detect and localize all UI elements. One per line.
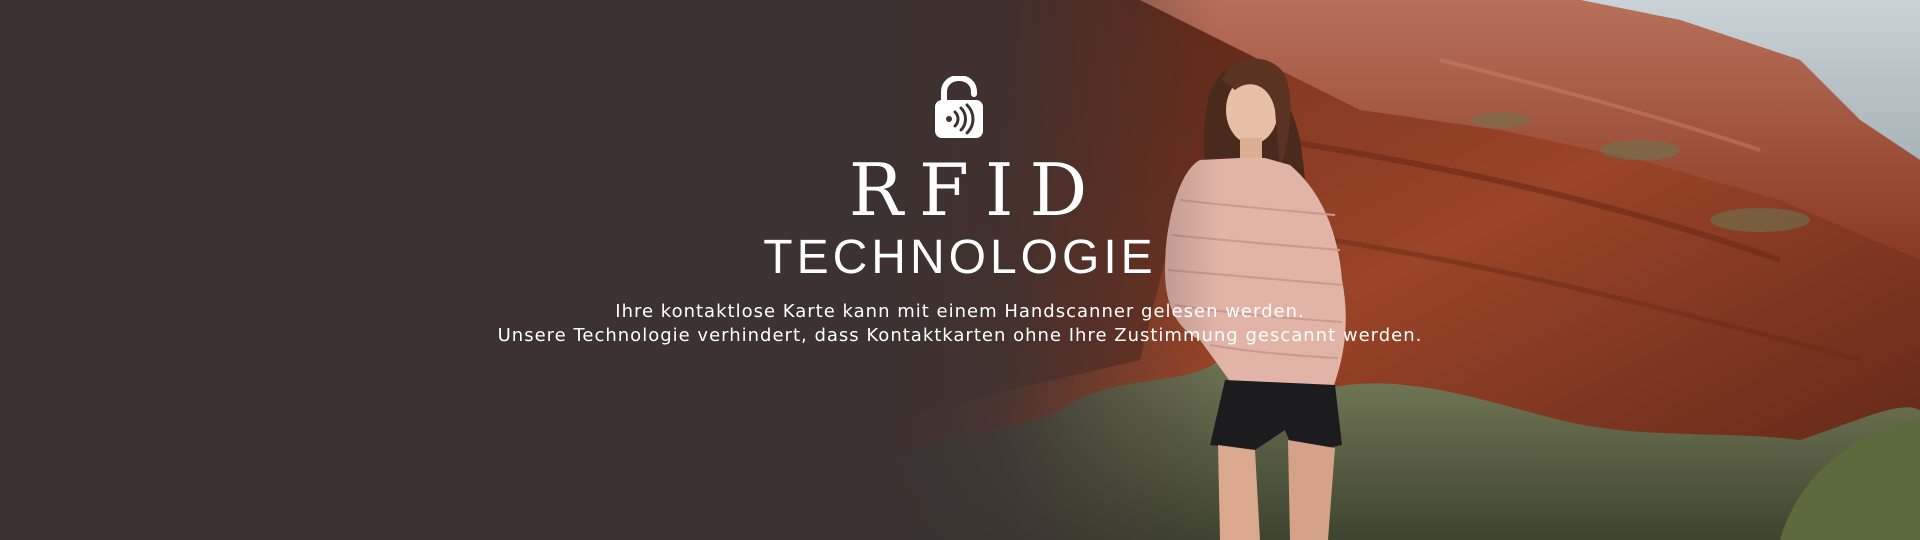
hero-photo	[880, 0, 1920, 540]
rfid-banner: RFID TECHNOLOGIE Ihre kontaktlose Karte …	[0, 0, 1920, 540]
